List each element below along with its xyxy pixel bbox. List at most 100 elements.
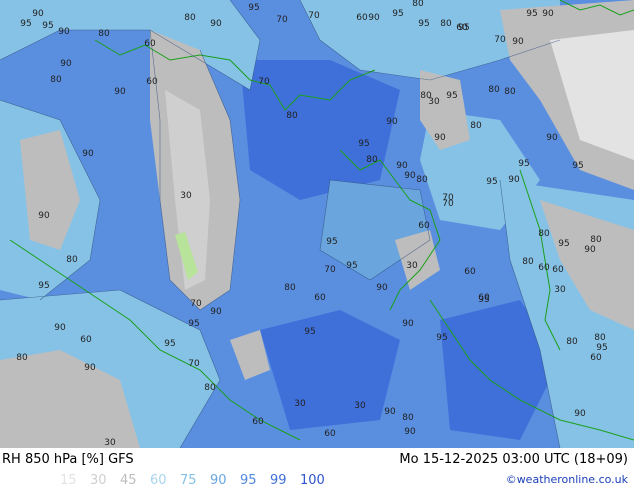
contour-label: 90 xyxy=(512,37,524,47)
site-credit[interactable]: ©weatheronline.co.uk xyxy=(506,473,628,486)
contour-label: 60 xyxy=(478,293,490,303)
contour-label: 80 xyxy=(16,353,28,363)
contour-label: 60 xyxy=(146,77,158,87)
legend-item: 95 xyxy=(240,473,257,488)
contour-label: 90 xyxy=(396,161,408,171)
contour-label: 30 xyxy=(354,401,366,411)
contour-label: 90 xyxy=(54,323,66,333)
contour-label: 90 xyxy=(376,283,388,293)
contour-label: 80 xyxy=(402,413,414,423)
weather-map: 90 95 95 90 80 60 80 90 95 70 70 60 95 90 80 95 60 80 90 95… xyxy=(0,0,634,448)
legend-item: 45 xyxy=(120,473,137,488)
contour-label: 30 xyxy=(406,261,418,271)
contour-label: 80 xyxy=(284,283,296,293)
contour-label: 80 xyxy=(66,255,78,265)
contour-label: 70 xyxy=(190,299,202,309)
contour-label: 80 xyxy=(412,0,424,9)
contour-label: 60 xyxy=(464,267,476,277)
contour-label: 95 xyxy=(164,339,175,349)
contour-label: 70 xyxy=(276,15,288,25)
contour-label: 90 xyxy=(368,13,380,23)
contour-label: 95 xyxy=(418,19,429,29)
color-legend: 15 30 45 60 75 90 95 99 100 xyxy=(60,473,330,488)
map-footer: RH 850 hPa [%] GFS Mo 15-12-2025 03:00 U… xyxy=(0,448,634,490)
contour-label: 90 xyxy=(434,133,446,143)
contour-label: 95 xyxy=(20,19,31,29)
product-title: RH 850 hPa [%] GFS xyxy=(2,452,134,467)
contour-label: 60 xyxy=(80,335,92,345)
legend-item: 30 xyxy=(90,473,107,488)
contour-label: 80 xyxy=(566,337,578,347)
contour-label: 95 xyxy=(346,261,357,271)
contour-label: 95 xyxy=(596,343,607,353)
contour-label: 90 xyxy=(58,27,70,37)
contour-label: 90 xyxy=(82,149,94,159)
contour-label: 90 xyxy=(60,59,72,69)
contour-label: 30 xyxy=(104,438,116,448)
contour-label: 60 xyxy=(552,265,564,275)
contour-label: 90 xyxy=(114,87,126,97)
contour-label: 80 xyxy=(522,257,534,267)
contour-label: 60 xyxy=(538,263,550,273)
contour-label: 70 xyxy=(308,11,320,21)
humidity-field: 9095 9590 806080909570 70 60 95908095 60809095… xyxy=(0,0,634,448)
contour-label: 30 xyxy=(428,97,440,107)
contour-label: 90 xyxy=(402,319,414,329)
contour-label: 90 xyxy=(404,171,416,181)
contour-label: 80 xyxy=(366,155,378,165)
contour-label: 80 xyxy=(538,229,550,239)
contour-label: 95 xyxy=(558,239,569,249)
contour-label: 90 xyxy=(32,9,44,19)
contour-label: 90 xyxy=(84,363,96,373)
legend-item: 60 xyxy=(150,473,167,488)
contour-label: 95 xyxy=(188,319,199,329)
contour-label: 90 xyxy=(404,427,416,437)
contour-label: 80 xyxy=(184,13,196,23)
contour-label: 90 xyxy=(210,307,222,317)
contour-label: 90 xyxy=(384,407,396,417)
contour-label: 60 xyxy=(590,353,602,363)
contour-label: 95 xyxy=(358,139,369,149)
contour-label: 80 xyxy=(286,111,298,121)
contour-label: 80 xyxy=(470,121,482,131)
contour-label: 60 xyxy=(324,429,336,439)
contour-label: 90 xyxy=(584,245,596,255)
contour-label: 80 xyxy=(416,175,428,185)
contour-label: 95 xyxy=(392,9,403,19)
contour-label: 80 xyxy=(50,75,62,85)
contour-label: 60 xyxy=(418,221,430,231)
contour-label: 95 xyxy=(38,281,49,291)
legend-item: 90 xyxy=(210,473,227,488)
contour-label: 70 xyxy=(494,35,506,45)
contour-label: 90 xyxy=(210,19,222,29)
contour-label: 95 xyxy=(572,161,583,171)
contour-label: 30 xyxy=(294,399,306,409)
contour-label: 80 xyxy=(594,333,606,343)
contour-label: 90 xyxy=(542,9,554,19)
contour-label: 30 xyxy=(180,191,192,201)
legend-item: 99 xyxy=(270,473,287,488)
contour-label: 95 xyxy=(436,333,447,343)
contour-label: 80 xyxy=(488,85,500,95)
contour-label: 95 xyxy=(458,23,469,33)
contour-label: 60 xyxy=(252,417,264,427)
contour-label: 60 xyxy=(314,293,326,303)
contour-label: 80 xyxy=(98,29,110,39)
contour-label: 95 xyxy=(526,9,537,19)
contour-label: 95 xyxy=(42,21,53,31)
legend-item: 15 xyxy=(60,473,77,488)
contour-label: 95 xyxy=(248,3,259,13)
contour-label: 95 xyxy=(446,91,457,101)
contour-label: 80 xyxy=(504,87,516,97)
contour-label: 70 xyxy=(442,199,454,209)
legend-item: 100 xyxy=(300,473,325,488)
contour-label: 70 xyxy=(258,77,270,87)
contour-label: 95 xyxy=(326,237,337,247)
contour-label: 80 xyxy=(590,235,602,245)
contour-label: 90 xyxy=(38,211,50,221)
contour-label: 30 xyxy=(554,285,566,295)
contour-label: 70 xyxy=(324,265,336,275)
contour-label: 90 xyxy=(386,117,398,127)
contour-label: 95 xyxy=(304,327,315,337)
contour-label: 90 xyxy=(574,409,586,419)
